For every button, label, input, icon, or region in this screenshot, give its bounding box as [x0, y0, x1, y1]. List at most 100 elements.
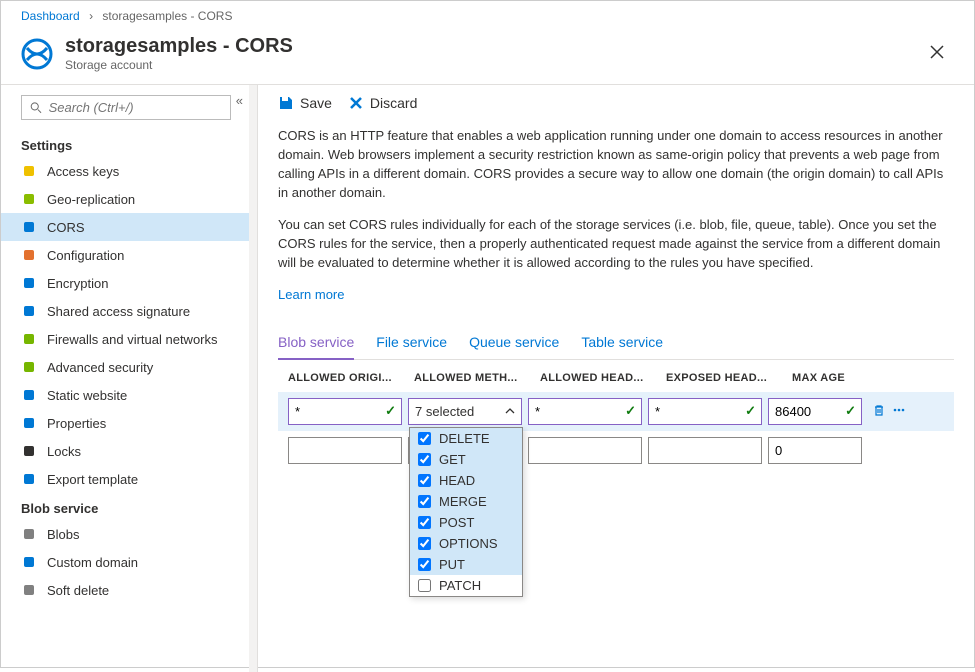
description-paragraph-1: CORS is an HTTP feature that enables a w… [278, 127, 954, 202]
key-icon [21, 163, 37, 179]
search-input[interactable] [49, 100, 222, 115]
breadcrumb-root[interactable]: Dashboard [21, 9, 80, 23]
method-checkbox[interactable] [418, 453, 431, 466]
method-checkbox[interactable] [418, 432, 431, 445]
cors-icon [21, 219, 37, 235]
method-option-head[interactable]: HEAD [410, 470, 522, 491]
exposed-headers-input[interactable] [648, 437, 762, 464]
sidebar-item-label: Properties [47, 416, 106, 431]
sidebar-item-properties[interactable]: Properties [1, 409, 249, 437]
close-button[interactable] [920, 37, 954, 70]
method-checkbox[interactable] [418, 537, 431, 550]
sidebar-item-configuration[interactable]: Configuration [1, 241, 249, 269]
discard-button[interactable]: Discard [348, 95, 417, 111]
method-option-label: GET [439, 452, 466, 467]
method-option-get[interactable]: GET [410, 449, 522, 470]
page-subtitle: Storage account [65, 58, 920, 72]
tab-file-service[interactable]: File service [376, 326, 447, 359]
method-checkbox[interactable] [418, 495, 431, 508]
description-paragraph-2: You can set CORS rules individually for … [278, 216, 954, 273]
col-exposed: EXPOSED HEAD... [666, 372, 786, 384]
sidebar-item-export-template[interactable]: Export template [1, 465, 249, 493]
chevron-up-icon [505, 404, 515, 419]
sidebar-item-label: Shared access signature [47, 304, 190, 319]
col-maxage: MAX AGE [792, 372, 892, 384]
col-methods: ALLOWED METH... [414, 372, 534, 384]
method-option-options[interactable]: OPTIONS [410, 533, 522, 554]
allowed-headers-input[interactable] [528, 437, 642, 464]
method-option-delete[interactable]: DELETE [410, 428, 522, 449]
allowed-methods-select[interactable]: 7 selectedDELETEGETHEADMERGEPOSTOPTIONSP… [408, 398, 522, 425]
max-age-input[interactable] [768, 398, 862, 425]
softdelete-icon [21, 582, 37, 598]
cors-table-header: ALLOWED ORIGI... ALLOWED METH... ALLOWED… [278, 360, 954, 392]
sidebar-item-encryption[interactable]: Encryption [1, 269, 249, 297]
collapse-sidebar-button[interactable]: « [236, 93, 243, 108]
col-origins: ALLOWED ORIGI... [288, 372, 408, 384]
method-option-merge[interactable]: MERGE [410, 491, 522, 512]
cors-rule-row: ✓7 selectedDELETEGETHEADMERGEPOSTOPTIONS… [278, 392, 954, 431]
method-option-label: DELETE [439, 431, 490, 446]
sidebar-item-static-website[interactable]: Static website [1, 381, 249, 409]
save-button[interactable]: Save [278, 95, 332, 111]
sidebar-search[interactable] [21, 95, 231, 120]
sidebar-item-access-keys[interactable]: Access keys [1, 157, 249, 185]
method-option-label: OPTIONS [439, 536, 498, 551]
tab-queue-service[interactable]: Queue service [469, 326, 559, 359]
method-checkbox[interactable] [418, 579, 431, 592]
methods-dropdown: DELETE GET HEAD MERGEPOST OPTIONS PUT PATCH [409, 427, 523, 597]
sidebar-item-label: Export template [47, 472, 138, 487]
sidebar-item-locks[interactable]: Locks [1, 437, 249, 465]
learn-more-link[interactable]: Learn more [278, 287, 344, 302]
allowed-origins-input[interactable] [288, 437, 402, 464]
configuration-icon [21, 247, 37, 263]
sidebar-item-label: Locks [47, 444, 81, 459]
exposed-headers-input[interactable] [648, 398, 762, 425]
sidebar-item-label: Static website [47, 388, 127, 403]
breadcrumb: Dashboard › storagesamples - CORS [1, 1, 974, 27]
command-bar: Save Discard [278, 95, 954, 127]
sidebar: « SettingsAccess keysGeo-replicationCORS… [1, 84, 257, 672]
allowed-origins-input[interactable] [288, 398, 402, 425]
lock-icon [21, 443, 37, 459]
sidebar-item-firewalls-and-virtual-networks[interactable]: Firewalls and virtual networks [1, 325, 249, 353]
allowed-headers-input[interactable] [528, 398, 642, 425]
save-icon [278, 95, 294, 111]
method-option-put[interactable]: PUT [410, 554, 522, 575]
sidebar-item-label: Geo-replication [47, 192, 135, 207]
firewall-icon [21, 331, 37, 347]
domain-icon [21, 554, 37, 570]
method-option-post[interactable]: POST [410, 512, 522, 533]
sidebar-item-soft-delete[interactable]: Soft delete [1, 576, 249, 604]
tab-blob-service[interactable]: Blob service [278, 326, 354, 360]
blobs-icon [21, 526, 37, 542]
sidebar-item-label: Firewalls and virtual networks [47, 332, 218, 347]
sidebar-item-blobs[interactable]: Blobs [1, 520, 249, 548]
properties-icon [21, 415, 37, 431]
sidebar-item-cors[interactable]: CORS [1, 213, 249, 241]
sidebar-item-custom-domain[interactable]: Custom domain [1, 548, 249, 576]
sidebar-item-geo-replication[interactable]: Geo-replication [1, 185, 249, 213]
sidebar-item-label: CORS [47, 220, 85, 235]
delete-rule-button[interactable] [872, 403, 886, 420]
search-icon [30, 101, 43, 115]
sidebar-item-shared-access-signature[interactable]: Shared access signature [1, 297, 249, 325]
trash-icon [872, 403, 886, 417]
scrollbar[interactable] [249, 85, 257, 672]
nav-group-title: Blob service [1, 493, 249, 520]
method-checkbox[interactable] [418, 474, 431, 487]
method-checkbox[interactable] [418, 516, 431, 529]
header: storagesamples - CORS Storage account [1, 27, 974, 84]
method-option-patch[interactable]: PATCH [410, 575, 522, 596]
shield-icon [21, 359, 37, 375]
max-age-input[interactable] [768, 437, 862, 464]
more-icon [892, 403, 906, 417]
main-content: Save Discard CORS is an HTTP feature tha… [257, 84, 974, 672]
more-actions-button[interactable] [892, 403, 906, 420]
tab-table-service[interactable]: Table service [581, 326, 663, 359]
sidebar-item-label: Access keys [47, 164, 119, 179]
method-checkbox[interactable] [418, 558, 431, 571]
method-option-label: HEAD [439, 473, 475, 488]
method-option-label: PATCH [439, 578, 481, 593]
sidebar-item-advanced-security[interactable]: Advanced security [1, 353, 249, 381]
